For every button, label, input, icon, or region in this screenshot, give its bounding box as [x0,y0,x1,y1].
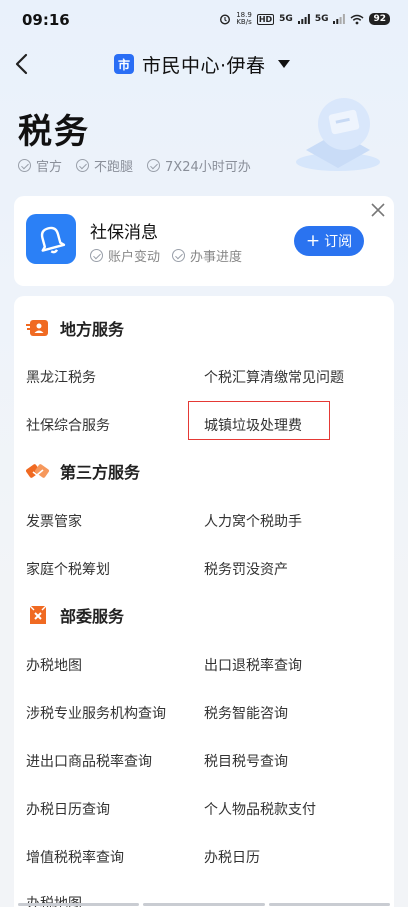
net-speed: 18.9 KB/s [236,11,252,26]
nav-title: 市民中心·伊春 [142,54,266,77]
status-time: 09:16 [22,11,70,29]
service-item[interactable]: 发票管家 [26,511,82,531]
page-title: 税务 [18,112,90,152]
plus-icon: + [305,230,321,251]
service-item[interactable]: 增值税税率查询 [26,847,124,867]
check-circle-icon [147,159,161,172]
header-tags: 官方 不跑腿 7X24小时可办 [18,156,251,175]
subscribe-title: 社保消息 [90,223,158,243]
section-local-services: 地方服务 [26,316,124,340]
tag-no-errand: 不跑腿 [76,156,133,175]
bottom-scroll-indicator [0,901,408,907]
caret-down-icon [277,60,290,68]
section-ministry-services: 部委服务 [26,603,124,627]
signal-5g-1: 5G [279,14,293,24]
service-item[interactable]: 税务智能咨询 [204,703,288,723]
check-circle-icon [18,159,31,172]
chevron-left-icon [15,53,28,75]
close-icon[interactable] [370,202,386,218]
service-item[interactable]: 出口退税率查询 [204,655,302,675]
service-item[interactable]: 涉税专业服务机构查询 [26,703,166,723]
services-card: 地方服务 黑龙江税务 个税汇算清缴常见问题 社保综合服务 城镇垃圾处理费 第三方… [14,296,394,907]
service-item[interactable]: 税目税号查询 [204,751,288,771]
social-security-subscribe-card: 社保消息 账户变动 办事进度 + 订阅 [14,196,394,286]
service-item[interactable]: 个人物品税款支付 [204,799,316,819]
subscribe-button[interactable]: + 订阅 [294,226,364,256]
ministry-service-icon [29,605,47,624]
battery-icon: 92 [369,13,390,25]
city-selector[interactable]: 市 市民中心·伊春 [114,50,290,78]
subscribe-tags: 账户变动 办事进度 [90,246,242,265]
highlight-box [188,401,330,440]
status-bar: 09:16 18.9 KB/s HD 5G 5G 92 [0,0,408,40]
tag-official: 官方 [18,156,62,175]
check-circle-icon [90,249,103,262]
local-service-icon [26,320,48,336]
service-item[interactable]: 个税汇算清缴常见问题 [204,367,344,387]
service-item[interactable]: 办税日历 [204,847,260,867]
service-item[interactable]: 办税日历查询 [26,799,110,819]
service-item[interactable]: 办税地图 [26,655,82,675]
wifi-icon [350,14,364,24]
handshake-icon [26,464,49,478]
tax-illustration-icon [296,98,380,171]
service-item[interactable]: 进出口商品税率查询 [26,751,152,771]
service-item[interactable]: 社保综合服务 [26,415,110,435]
alarm-icon [220,14,231,25]
check-circle-icon [172,249,186,262]
signal-5g-2: 5G [314,14,329,24]
hd-badge: HD [256,13,275,25]
service-item[interactable]: 税务罚没资产 [204,559,288,579]
signal-bars-icon [297,14,310,24]
tag-account-change: 账户变动 [90,246,160,265]
citizen-center-logo-icon: 市 [114,54,134,74]
tag-24h: 7X24小时可办 [147,156,251,175]
service-item[interactable]: 家庭个税筹划 [26,559,110,579]
signal-bars-icon-2 [333,14,346,24]
back-button[interactable] [10,50,36,78]
service-item[interactable]: 人力窝个税助手 [204,511,302,531]
tag-progress: 办事进度 [172,246,242,265]
status-icons: 18.9 KB/s HD 5G 5G 92 [219,12,390,26]
section-third-party-services: 第三方服务 [26,459,140,483]
check-circle-icon [76,159,90,172]
bell-icon [26,214,76,264]
nav-bar: 市 市民中心·伊春 [0,44,408,84]
service-item[interactable]: 黑龙江税务 [26,367,96,387]
